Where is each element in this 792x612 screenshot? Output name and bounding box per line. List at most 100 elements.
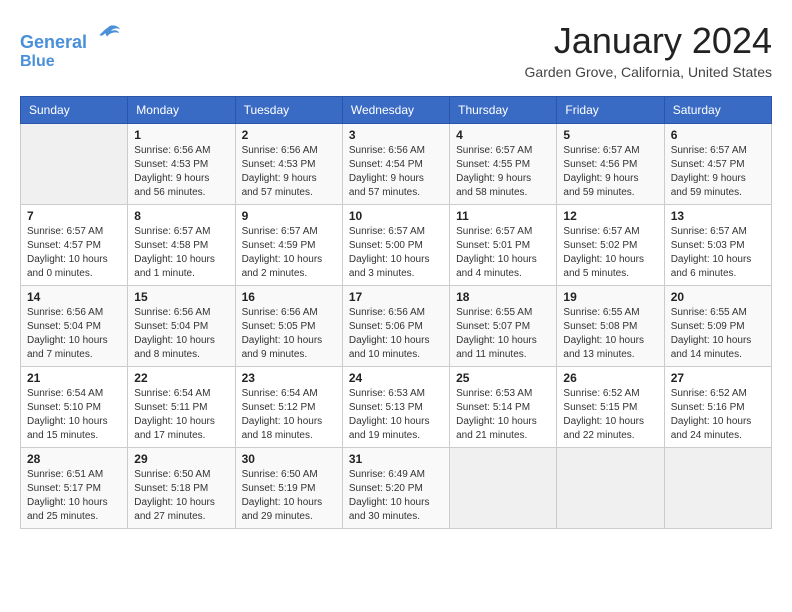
day-info: Sunrise: 6:51 AM Sunset: 5:17 PM Dayligh…	[27, 468, 121, 524]
calendar-cell: 10Sunrise: 6:57 AM Sunset: 5:00 PM Dayli…	[342, 205, 449, 286]
day-info: Sunrise: 6:55 AM Sunset: 5:09 PM Dayligh…	[671, 306, 765, 362]
calendar-cell	[21, 124, 128, 205]
calendar-cell: 16 Sunrise: 6:56 AM Sunset: 5:05 PM Dayli…	[235, 286, 342, 367]
day-info: Sunrise: 6:56 AM Sunset: 4:53 PM Dayligh…	[134, 144, 228, 200]
calendar-cell: 28 Sunrise: 6:51 AM Sunset: 5:17 PM Dayli…	[21, 448, 128, 529]
calendar-cell: 19 Sunrise: 6:55 AM Sunset: 5:08 PM Dayli…	[557, 286, 664, 367]
day-info: Sunrise: 6:57 AM Sunset: 4:56 PM Dayligh…	[563, 144, 657, 200]
header-friday: Friday	[557, 97, 664, 124]
day-number: 29	[134, 452, 228, 466]
header-thursday: Thursday	[450, 97, 557, 124]
day-number: 14	[27, 290, 121, 304]
day-number: 3	[349, 128, 443, 142]
calendar-table: SundayMondayTuesdayWednesdayThursdayFrid…	[20, 96, 772, 529]
day-info: Sunrise: 6:53 AM Sunset: 5:14 PM Dayligh…	[456, 387, 550, 443]
calendar-cell: 25 Sunrise: 6:53 AM Sunset: 5:14 PM Dayli…	[450, 367, 557, 448]
logo-blue: Blue	[20, 53, 122, 71]
calendar-week-2: 7 Sunrise: 6:57 AM Sunset: 4:57 PM Daylig…	[21, 205, 772, 286]
day-info: Sunrise: 6:56 AM Sunset: 4:54 PM Dayligh…	[349, 144, 443, 200]
calendar-cell: 4 Sunrise: 6:57 AM Sunset: 4:55 PM Daylig…	[450, 124, 557, 205]
logo-bird-icon	[94, 20, 122, 48]
day-info: Sunrise: 6:57 AM Sunset: 4:59 PM Dayligh…	[242, 225, 336, 281]
calendar-cell: 23 Sunrise: 6:54 AM Sunset: 5:12 PM Dayli…	[235, 367, 342, 448]
day-info: Sunrise: 6:57 AM Sunset: 5:02 PM Dayligh…	[563, 225, 657, 281]
calendar-cell: 12 Sunrise: 6:57 AM Sunset: 5:02 PM Dayli…	[557, 205, 664, 286]
location: Garden Grove, California, United States	[525, 64, 772, 80]
day-info: Sunrise: 6:57 AM Sunset: 4:57 PM Dayligh…	[671, 144, 765, 200]
day-info: Sunrise: 6:57 AM Sunset: 4:55 PM Dayligh…	[456, 144, 550, 200]
day-info: Sunrise: 6:57 AM Sunset: 5:03 PM Dayligh…	[671, 225, 765, 281]
logo-general: General	[20, 32, 87, 52]
day-number: 8	[134, 209, 228, 223]
month-title: January 2024	[525, 20, 772, 62]
calendar-cell: 7 Sunrise: 6:57 AM Sunset: 4:57 PM Daylig…	[21, 205, 128, 286]
day-number: 2	[242, 128, 336, 142]
day-number: 12	[563, 209, 657, 223]
day-number: 27	[671, 371, 765, 385]
calendar-cell: 11 Sunrise: 6:57 AM Sunset: 5:01 PM Dayli…	[450, 205, 557, 286]
calendar-cell: 20Sunrise: 6:55 AM Sunset: 5:09 PM Dayli…	[664, 286, 771, 367]
day-number: 25	[456, 371, 550, 385]
calendar-cell: 26Sunrise: 6:52 AM Sunset: 5:15 PM Dayli…	[557, 367, 664, 448]
day-number: 19	[563, 290, 657, 304]
day-number: 7	[27, 209, 121, 223]
day-info: Sunrise: 6:50 AM Sunset: 5:19 PM Dayligh…	[242, 468, 336, 524]
day-info: Sunrise: 6:57 AM Sunset: 5:00 PM Dayligh…	[349, 225, 443, 281]
calendar-cell: 1Sunrise: 6:56 AM Sunset: 4:53 PM Daylig…	[128, 124, 235, 205]
day-info: Sunrise: 6:52 AM Sunset: 5:16 PM Dayligh…	[671, 387, 765, 443]
calendar-cell: 27 Sunrise: 6:52 AM Sunset: 5:16 PM Dayli…	[664, 367, 771, 448]
day-info: Sunrise: 6:56 AM Sunset: 5:04 PM Dayligh…	[27, 306, 121, 362]
day-number: 15	[134, 290, 228, 304]
day-number: 23	[242, 371, 336, 385]
calendar-cell: 30 Sunrise: 6:50 AM Sunset: 5:19 PM Dayli…	[235, 448, 342, 529]
calendar-cell: 22Sunrise: 6:54 AM Sunset: 5:11 PM Dayli…	[128, 367, 235, 448]
day-number: 30	[242, 452, 336, 466]
calendar-week-4: 21 Sunrise: 6:54 AM Sunset: 5:10 PM Dayli…	[21, 367, 772, 448]
day-number: 9	[242, 209, 336, 223]
day-number: 28	[27, 452, 121, 466]
day-number: 21	[27, 371, 121, 385]
day-number: 17	[349, 290, 443, 304]
day-info: Sunrise: 6:54 AM Sunset: 5:11 PM Dayligh…	[134, 387, 228, 443]
calendar-cell: 15Sunrise: 6:56 AM Sunset: 5:04 PM Dayli…	[128, 286, 235, 367]
day-number: 4	[456, 128, 550, 142]
day-number: 31	[349, 452, 443, 466]
calendar-cell: 24 Sunrise: 6:53 AM Sunset: 5:13 PM Dayli…	[342, 367, 449, 448]
calendar-cell: 9 Sunrise: 6:57 AM Sunset: 4:59 PM Daylig…	[235, 205, 342, 286]
day-info: Sunrise: 6:53 AM Sunset: 5:13 PM Dayligh…	[349, 387, 443, 443]
calendar-cell: 14 Sunrise: 6:56 AM Sunset: 5:04 PM Dayli…	[21, 286, 128, 367]
header-monday: Monday	[128, 97, 235, 124]
day-info: Sunrise: 6:57 AM Sunset: 5:01 PM Dayligh…	[456, 225, 550, 281]
calendar-week-1: 1Sunrise: 6:56 AM Sunset: 4:53 PM Daylig…	[21, 124, 772, 205]
calendar-cell: 21 Sunrise: 6:54 AM Sunset: 5:10 PM Dayli…	[21, 367, 128, 448]
header-tuesday: Tuesday	[235, 97, 342, 124]
header-saturday: Saturday	[664, 97, 771, 124]
day-info: Sunrise: 6:54 AM Sunset: 5:12 PM Dayligh…	[242, 387, 336, 443]
header-wednesday: Wednesday	[342, 97, 449, 124]
calendar-cell: 29Sunrise: 6:50 AM Sunset: 5:18 PM Dayli…	[128, 448, 235, 529]
day-info: Sunrise: 6:56 AM Sunset: 5:05 PM Dayligh…	[242, 306, 336, 362]
calendar-cell	[557, 448, 664, 529]
calendar-cell: 18Sunrise: 6:55 AM Sunset: 5:07 PM Dayli…	[450, 286, 557, 367]
day-info: Sunrise: 6:54 AM Sunset: 5:10 PM Dayligh…	[27, 387, 121, 443]
page-header: General Blue January 2024 Garden Grove, …	[20, 20, 772, 80]
calendar-week-5: 28 Sunrise: 6:51 AM Sunset: 5:17 PM Dayli…	[21, 448, 772, 529]
calendar-cell: 17 Sunrise: 6:56 AM Sunset: 5:06 PM Dayli…	[342, 286, 449, 367]
calendar-cell: 6 Sunrise: 6:57 AM Sunset: 4:57 PM Daylig…	[664, 124, 771, 205]
day-number: 24	[349, 371, 443, 385]
title-section: January 2024 Garden Grove, California, U…	[525, 20, 772, 80]
header-sunday: Sunday	[21, 97, 128, 124]
day-info: Sunrise: 6:49 AM Sunset: 5:20 PM Dayligh…	[349, 468, 443, 524]
calendar-cell: 13Sunrise: 6:57 AM Sunset: 5:03 PM Dayli…	[664, 205, 771, 286]
calendar-cell: 3 Sunrise: 6:56 AM Sunset: 4:54 PM Daylig…	[342, 124, 449, 205]
calendar-cell	[664, 448, 771, 529]
day-number: 26	[563, 371, 657, 385]
day-number: 11	[456, 209, 550, 223]
day-number: 16	[242, 290, 336, 304]
day-info: Sunrise: 6:55 AM Sunset: 5:07 PM Dayligh…	[456, 306, 550, 362]
day-number: 6	[671, 128, 765, 142]
day-info: Sunrise: 6:56 AM Sunset: 5:06 PM Dayligh…	[349, 306, 443, 362]
day-number: 5	[563, 128, 657, 142]
day-info: Sunrise: 6:57 AM Sunset: 4:57 PM Dayligh…	[27, 225, 121, 281]
day-info: Sunrise: 6:55 AM Sunset: 5:08 PM Dayligh…	[563, 306, 657, 362]
